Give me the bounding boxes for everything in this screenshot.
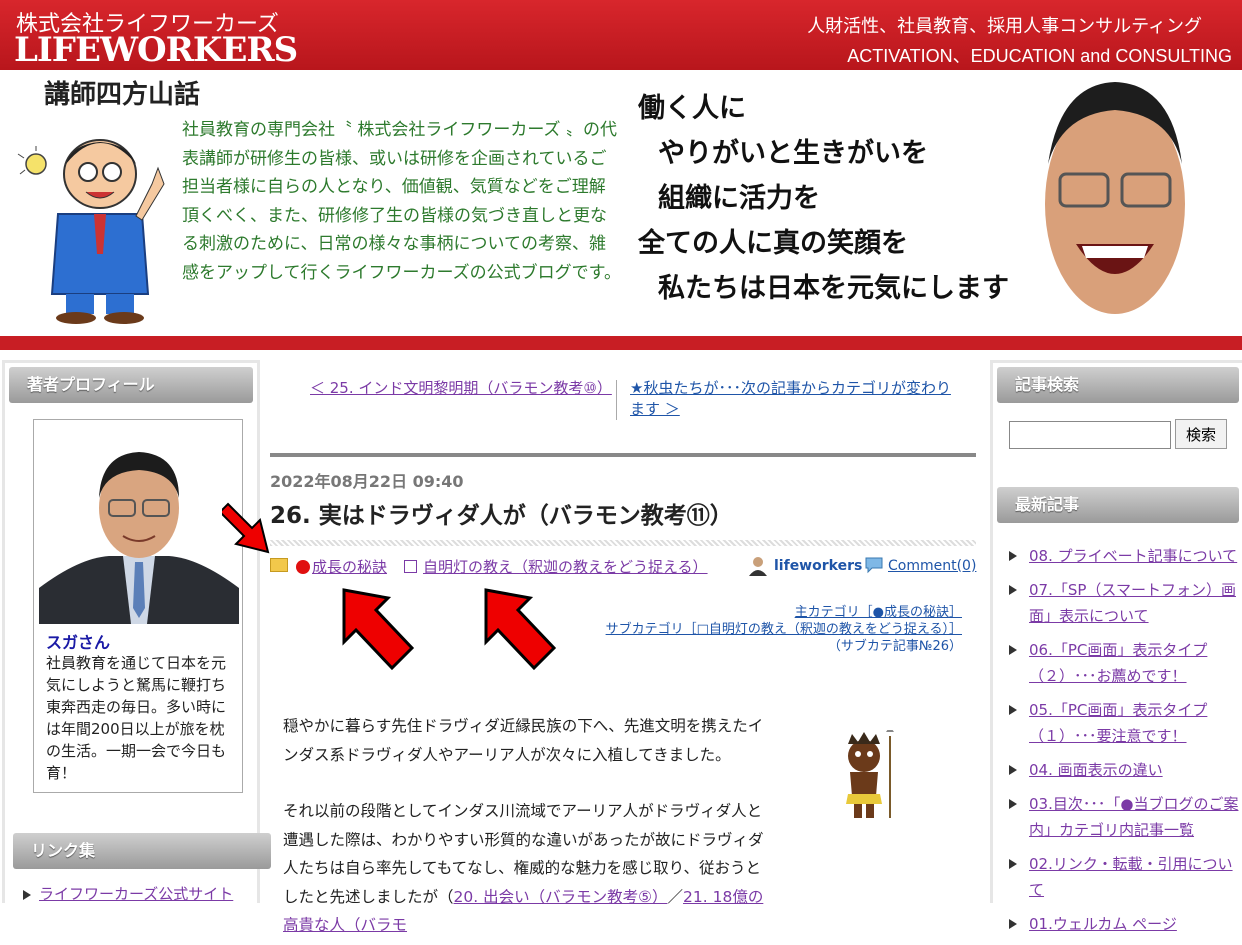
author-avatar-icon [749,557,767,576]
blog-intro-text: 社員教育の専門会社〝 株式会社ライフワーカーズ 〟の代表講師が研修生の皆様、或い… [182,120,621,283]
links-list: ライフワーカーズ公式サイト [23,883,233,904]
right-sidebar: 記事検索 検索 最新記事 08. プライベート記事について 07.「SP（スマー… [990,360,1242,933]
recent-post-link[interactable]: 06.「PC画面」表示タイプ（２）･･･お薦めです！ [1029,641,1207,685]
profile-heading: 著者プロフィール [9,367,253,403]
blog-title: 講師四方山話 [44,80,201,110]
lecturer-face-photo [1045,82,1185,314]
bullet-icon [1009,799,1017,809]
author-photo [39,438,239,624]
recent-post-link[interactable]: 05.「PC画面」表示タイプ（１）･･･要注意です！ [1029,701,1207,745]
list-item: 01.ウェルカム ページ [1009,911,1241,937]
search-input[interactable] [1009,421,1171,449]
recent-posts-list: 08. プライベート記事について 07.「SP（スマートフォン）画面」表示につい… [1009,543,1241,945]
category-link-main[interactable]: 成長の秘訣 [296,556,387,577]
pager-divider [616,380,617,420]
link-lifeworkers-site[interactable]: ライフワーカーズ公式サイト [39,885,233,903]
recent-post-link[interactable]: 03.目次･･･「●当ブログのご案内」カテゴリ内記事一覧 [1029,795,1238,839]
post-pager: ＜ 25. インド文明黎明期（バラモン教考⑩） ★秋虫たちが･･･次の記事からカ… [270,378,976,422]
category-info: 主カテゴリ［●成長の秘訣］ サブカテゴリ［□自明灯の教え（釈迦の教えをどう捉える… [560,604,962,655]
list-item: 08. プライベート記事について [1009,543,1241,569]
slogan-line: 全ての人に真の笑顔を [638,228,908,259]
post-date: 2022年08月22日 09:40 [270,472,464,491]
red-arrow-icon [342,588,415,671]
bullet-icon [1009,585,1017,595]
tagline-en: ACTIVATION、EDUCATION and CONSULTING [847,46,1232,66]
slogan-line: 働く人に [638,93,746,124]
recent-post-link[interactable]: 07.「SP（スマートフォン）画面」表示について [1029,581,1236,625]
next-post-link[interactable]: ★秋虫たちが･･･次の記事からカテゴリが変わります ＞ [630,378,960,420]
profile-box: スガさん 社員教育を通じて日本を元気にしようと駑馬に鞭打ち東奔西走の毎日。多い時… [33,419,243,793]
header-hero: 講師四方山話 社員教育の専門会社〝 株式会社ライフワーカーズ 〟の代表講師が研修… [0,70,1242,338]
category-link-sub[interactable]: 自明灯の教え（釈迦の教えをどう捉える） [404,556,708,577]
author-description: 社員教育を通じて日本を元気にしようと駑馬に鞭打ち東奔西走の毎日。多い時には年間2… [46,654,227,782]
left-sidebar: 著者プロフィール スガさん 社員教育を通じて日本を元気にしようと駑馬に鞭打ち東奔… [2,360,271,904]
bullet-icon [1009,551,1017,561]
bullet-icon [23,889,31,900]
red-arrow-icon [484,588,557,671]
divider [270,453,976,457]
sub-category-link[interactable]: サブカテゴリ［□自明灯の教え（釈迦の教えをどう捉える）］ [606,622,962,637]
sub-category-count: （サブカテ記事№26） [827,639,962,654]
paragraph: それ以前の段階としてインダス川流域でアーリア人がドラヴィダ人と遭遇した際は、わか… [283,797,768,940]
slogan-line: やりがいと生きがいを [658,138,928,169]
header-bottom-bar [0,336,1242,350]
red-circle-icon [296,560,310,574]
links-heading: リンク集 [13,833,271,869]
slogan-line: 私たちは日本を元気にします [658,273,1009,304]
comment-bubble-icon [865,557,883,574]
folder-icon [270,558,288,572]
title-divider [270,540,976,546]
bullet-icon [1009,859,1017,869]
prev-post-link[interactable]: ＜ 25. インド文明黎明期（バラモン教考⑩） [310,378,612,399]
lightbulb-icon [17,146,47,175]
search-button[interactable]: 検索 [1175,419,1227,449]
recent-post-link[interactable]: 08. プライベート記事について [1029,547,1237,565]
list-item: 04. 画面表示の違い [1009,757,1241,783]
list-item: 06.「PC画面」表示タイプ（２）･･･お薦めです！ [1009,637,1241,689]
bullet-icon [1009,765,1017,775]
recent-post-link[interactable]: 01.ウェルカム ページ [1029,915,1177,933]
bullet-icon [1009,919,1017,929]
company-logo-text[interactable]: LIFEWORKERS [14,30,298,70]
slogan-line: 組織に活力を [658,183,820,214]
inline-link[interactable]: 20. 出会い（バラモン教考⑤） [454,888,668,906]
list-item: 02.リンク・転載・引用について [1009,851,1241,903]
post-body: 穏やかに暮らす先住ドラヴィダ近縁民族の下へ、先進文明を携えたインダス系ドラヴィダ… [283,712,768,940]
bullet-icon [1009,645,1017,655]
search-heading: 記事検索 [997,367,1239,403]
author-name: スガさん [46,633,111,652]
main-category-link[interactable]: 主カテゴリ［●成長の秘訣］ [795,605,962,620]
category-label: 成長の秘訣 [312,558,388,576]
bullet-icon [1009,705,1017,715]
list-item: 07.「SP（スマートフォン）画面」表示について [1009,577,1241,629]
red-arrow-icon [222,502,270,554]
recent-heading: 最新記事 [997,487,1239,523]
tribal-figure-illustration [846,730,894,818]
tagline-jp: 人財活性、社員教育、採用人事コンサルティング [807,16,1202,37]
list-item: 05.「PC画面」表示タイプ（１）･･･要注意です！ [1009,697,1241,749]
cartoon-lecturer-illustration [17,139,165,324]
comment-link[interactable]: Comment(0) [888,558,976,574]
author-link[interactable]: lifeworkers [774,558,862,574]
header-banner: 株式会社ライフワーカーズ LIFEWORKERS 人財活性、社員教育、採用人事コ… [0,0,1242,70]
post-title: 26. 実はドラヴィダ人が（バラモン教考⑪） [270,503,733,529]
recent-post-link[interactable]: 04. 画面表示の違い [1029,761,1163,779]
category-label: 自明灯の教え（釈迦の教えをどう捉える） [423,558,708,576]
recent-post-link[interactable]: 02.リンク・転載・引用について [1029,855,1233,899]
company-slogan: 働く人に やりがいと生きがいを 組織に活力を 全ての人に真の笑顔を 私たちは日本… [638,86,1009,311]
paragraph: 穏やかに暮らす先住ドラヴィダ近縁民族の下へ、先進文明を携えたインダス系ドラヴィダ… [283,717,764,764]
separator: ／ [667,887,684,906]
list-item: 03.目次･･･「●当ブログのご案内」カテゴリ内記事一覧 [1009,791,1241,843]
square-icon [404,560,417,573]
